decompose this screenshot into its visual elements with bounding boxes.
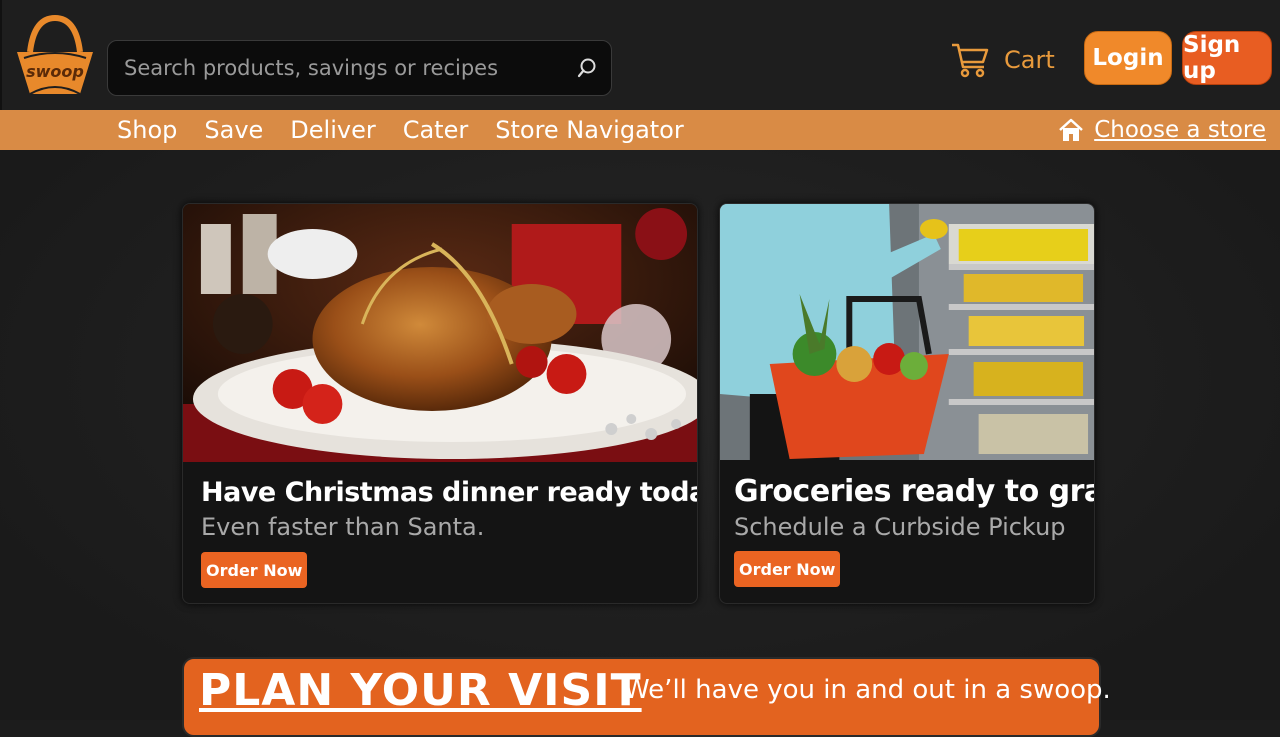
order-now-button[interactable]: Order Now [734,551,841,587]
search-input[interactable] [108,41,563,95]
nav-item-store-navigator[interactable]: Store Navigator [495,116,684,144]
promo-card-christmas: Have Christmas dinner ready today. Even … [182,203,698,604]
nav-item-shop[interactable]: Shop [117,116,177,144]
promo-card-groceries: Groceries ready to grab. Schedule a Curb… [719,203,1095,604]
login-button[interactable]: Login [1084,31,1172,85]
christmas-dinner-image [183,204,697,462]
cart-button[interactable]: Cart [950,38,1055,82]
nav-links: Shop Save Deliver Cater Store Navigator [117,110,684,150]
search-icon [577,58,596,78]
cart-icon [952,43,989,78]
search-button[interactable] [563,41,611,95]
plan-title: PLAN YOUR VISIT [199,665,642,716]
choose-store-link[interactable]: Choose a store [1058,110,1266,150]
swoop-logo[interactable]: swoop [14,14,96,98]
grocery-shopper-image [720,204,1094,460]
card-subtitle: Even faster than Santa. [201,513,485,541]
order-now-button[interactable]: Order Now [201,552,308,588]
logo-wordmark: swoop [26,62,84,81]
nav-bar: Shop Save Deliver Cater Store Navigator … [0,110,1280,150]
main-content: Have Christmas dinner ready today. Even … [0,150,1280,737]
plan-subtitle: We’ll have you in and out in a swoop. [624,675,1111,705]
card-title: Have Christmas dinner ready today. [201,477,698,508]
home-icon [1059,118,1084,141]
card-title: Groceries ready to grab. [734,474,1094,509]
nav-item-cater[interactable]: Cater [403,116,469,144]
nav-item-save[interactable]: Save [204,116,263,144]
cart-label: Cart [1004,46,1055,74]
card-subtitle: Schedule a Curbside Pickup [734,513,1066,541]
top-header: swoop Cart Login Sign up [0,0,1280,110]
signup-button[interactable]: Sign up [1182,31,1272,85]
nav-item-deliver[interactable]: Deliver [290,116,375,144]
search-bar [107,40,612,96]
plan-your-visit-banner[interactable]: PLAN YOUR VISIT We’ll have you in and ou… [182,657,1111,737]
choose-store-label: Choose a store [1094,117,1266,143]
